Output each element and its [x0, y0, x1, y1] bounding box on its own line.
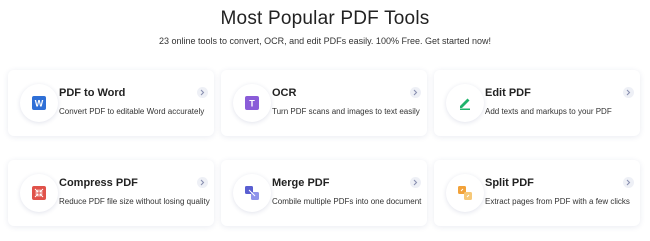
tool-description: Reduce PDF file size without losing qual… [59, 197, 210, 206]
chevron-right-icon[interactable] [197, 87, 208, 98]
tool-title: Split PDF [485, 177, 534, 189]
tool-description: Add texts and markups to your PDF [485, 107, 612, 116]
tool-title: OCR [272, 87, 297, 99]
tool-description: Turn PDF scans and images to text easily [272, 107, 420, 116]
merge-icon [233, 174, 271, 212]
ocr-icon: T [233, 84, 271, 122]
tool-description: Extract pages from PDF with a few clicks [485, 197, 630, 206]
tool-description: Combile multiple PDFs into one document [272, 197, 422, 206]
compress-icon [20, 174, 58, 212]
tool-card-ocr[interactable]: T OCR Turn PDF scans and images to text … [221, 70, 427, 136]
chevron-right-icon[interactable] [623, 87, 634, 98]
tool-card-pdf-to-word[interactable]: W PDF to Word Convert PDF to editable Wo… [8, 70, 214, 136]
edit-pen-icon [446, 84, 484, 122]
chevron-right-icon[interactable] [623, 177, 634, 188]
word-icon: W [20, 84, 58, 122]
tool-card-compress-pdf[interactable]: Compress PDF Reduce PDF file size withou… [8, 160, 214, 226]
tools-grid: W PDF to Word Convert PDF to editable Wo… [0, 0, 650, 241]
tool-title: PDF to Word [59, 87, 126, 99]
split-icon [446, 174, 484, 212]
tool-title: Edit PDF [485, 87, 531, 99]
tool-title: Compress PDF [59, 177, 138, 189]
tool-title: Merge PDF [272, 177, 330, 189]
tool-card-edit-pdf[interactable]: Edit PDF Add texts and markups to your P… [434, 70, 640, 136]
chevron-right-icon[interactable] [410, 87, 421, 98]
tool-card-merge-pdf[interactable]: Merge PDF Combile multiple PDFs into one… [221, 160, 427, 226]
chevron-right-icon[interactable] [410, 177, 421, 188]
tool-description: Convert PDF to editable Word accurately [59, 107, 205, 116]
tool-card-split-pdf[interactable]: Split PDF Extract pages from PDF with a … [434, 160, 640, 226]
svg-text:W: W [35, 99, 44, 109]
svg-text:T: T [249, 99, 255, 109]
chevron-right-icon[interactable] [197, 177, 208, 188]
